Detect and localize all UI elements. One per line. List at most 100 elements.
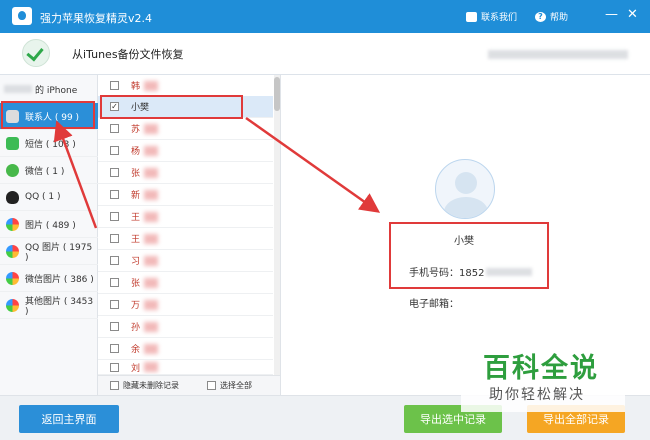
other-photos-icon — [6, 298, 19, 312]
list-item[interactable]: 余 — [98, 338, 273, 361]
contact-name: 韩 — [131, 82, 141, 93]
sms-icon — [6, 136, 19, 150]
list-item[interactable]: 王 — [98, 206, 273, 229]
sidebar-item-label: 微信图片 ( 386 ) — [25, 274, 94, 285]
list-item[interactable]: 韩 — [98, 75, 273, 98]
list-item[interactable]: 杨 — [98, 140, 273, 163]
close-button[interactable]: ✕ — [627, 8, 638, 22]
masked-name — [144, 255, 159, 266]
masked-name — [144, 189, 159, 200]
list-item[interactable]: 孙 — [98, 316, 273, 339]
sidebar-item-qq[interactable]: QQ ( 1 ) — [0, 184, 98, 211]
sidebar-item-wechat[interactable]: 微信 ( 1 ) — [0, 157, 98, 184]
list-item[interactable]: 王 — [98, 228, 273, 251]
hide-deleted-checkbox[interactable] — [110, 381, 119, 390]
list-item[interactable]: 万 — [98, 294, 273, 317]
page-title: 从iTunes备份文件恢复 — [72, 48, 184, 61]
app-title: 强力苹果恢复精灵v2.4 — [40, 12, 153, 25]
sidebar-item-wechat-photos[interactable]: 微信图片 ( 386 ) — [0, 265, 98, 292]
row-checkbox[interactable] — [110, 256, 119, 266]
watermark-subtitle: 助你轻松解决 — [489, 387, 585, 403]
masked-name — [144, 362, 159, 372]
contact-us-link[interactable]: 联系我们 — [466, 10, 517, 23]
contact-list: 韩 ✓ 小樊 苏 杨 张 新 王 王 习 张 万 孙 余 刘 隐藏未删除记录 选择… — [98, 75, 281, 395]
contact-name: 孙 — [131, 323, 141, 334]
row-checkbox[interactable] — [110, 124, 119, 134]
sidebar-item-other-photos[interactable]: 其他图片 ( 3453 ) — [0, 292, 98, 319]
annotation-box-selected-row — [100, 95, 243, 119]
row-checkbox[interactable] — [110, 278, 119, 288]
list-scrollbar[interactable] — [274, 75, 280, 375]
back-home-button[interactable]: 返回主界面 — [19, 405, 119, 433]
qq-icon — [6, 190, 19, 204]
contact-name: 张 — [131, 169, 141, 180]
row-checkbox[interactable] — [110, 190, 119, 200]
watermark: 百科全说 助你轻松解决 — [461, 336, 625, 412]
masked-device-info — [488, 50, 628, 59]
recovery-check-icon — [22, 39, 50, 67]
masked-device-name — [4, 85, 32, 93]
row-checkbox[interactable] — [110, 212, 119, 222]
contact-name: 新 — [131, 191, 141, 202]
contact-name: 刘 — [131, 363, 141, 374]
contact-name: 苏 — [131, 125, 141, 136]
contact-us-label: 联系我们 — [481, 13, 518, 23]
sidebar-item-qq-photos[interactable]: QQ 图片 ( 1975 ) — [0, 238, 98, 265]
list-item[interactable]: 苏 — [98, 118, 273, 141]
row-checkbox[interactable] — [110, 146, 119, 156]
contact-name: 张 — [131, 279, 141, 290]
masked-name — [144, 145, 159, 156]
contact-name: 王 — [131, 235, 141, 246]
help-icon: ? — [535, 11, 546, 22]
select-all-checkbox[interactable] — [207, 381, 216, 390]
list-item[interactable]: 张 — [98, 162, 273, 185]
row-checkbox[interactable] — [110, 81, 119, 91]
masked-name — [144, 80, 159, 91]
row-checkbox[interactable] — [110, 344, 119, 354]
sidebar-item-label: 微信 ( 1 ) — [25, 166, 65, 177]
title-bar: 强力苹果恢复精灵v2.4 联系我们 ? 帮助 — ✕ — [0, 0, 650, 33]
masked-name — [144, 233, 159, 244]
photos-icon — [6, 217, 19, 231]
contact-name: 杨 — [131, 147, 141, 158]
list-item[interactable]: 新 — [98, 184, 273, 207]
list-footer: 隐藏未删除记录 选择全部 — [98, 375, 280, 395]
masked-name — [144, 277, 159, 288]
masked-name — [144, 321, 159, 332]
row-checkbox[interactable] — [110, 168, 119, 178]
qq-photos-icon — [6, 244, 19, 258]
device-label: 的 iPhone — [35, 85, 78, 96]
minimize-button[interactable]: — — [605, 8, 618, 22]
wechat-photos-icon — [6, 271, 19, 285]
masked-name — [144, 299, 159, 310]
sidebar-item-photos[interactable]: 图片 ( 489 ) — [0, 211, 98, 238]
list-item[interactable]: 张 — [98, 272, 273, 295]
mode-header: 从iTunes备份文件恢复 — [0, 33, 650, 75]
row-checkbox[interactable] — [110, 322, 119, 332]
list-item[interactable]: 刘 — [98, 360, 273, 375]
device-entry[interactable]: 的 iPhone — [4, 82, 77, 96]
wechat-icon — [6, 163, 19, 177]
scroll-thumb[interactable] — [274, 77, 280, 111]
watermark-title: 百科全说 — [483, 353, 599, 384]
masked-name — [144, 167, 159, 178]
hide-deleted-label: 隐藏未删除记录 — [123, 381, 179, 390]
contact-name: 余 — [131, 345, 141, 356]
select-all-label: 选择全部 — [220, 381, 252, 390]
sidebar-item-sms[interactable]: 短信 ( 103 ) — [0, 130, 98, 157]
list-item[interactable]: 习 — [98, 250, 273, 273]
detail-email-label: 电子邮箱： — [409, 299, 459, 310]
help-link[interactable]: ? 帮助 — [535, 10, 568, 23]
contact-name: 王 — [131, 213, 141, 224]
row-checkbox[interactable] — [110, 362, 119, 372]
sidebar-item-label: 图片 ( 489 ) — [25, 220, 76, 231]
sidebar-item-label: 其他图片 ( 3453 ) — [25, 296, 94, 317]
masked-name — [144, 343, 159, 354]
masked-name — [144, 211, 159, 222]
sidebar-item-label: QQ 图片 ( 1975 ) — [25, 242, 93, 263]
contact-name: 习 — [131, 257, 141, 268]
row-checkbox[interactable] — [110, 300, 119, 310]
sidebar-item-label: 短信 ( 103 ) — [25, 139, 76, 150]
row-checkbox[interactable] — [110, 234, 119, 244]
contact-name: 万 — [131, 301, 141, 312]
